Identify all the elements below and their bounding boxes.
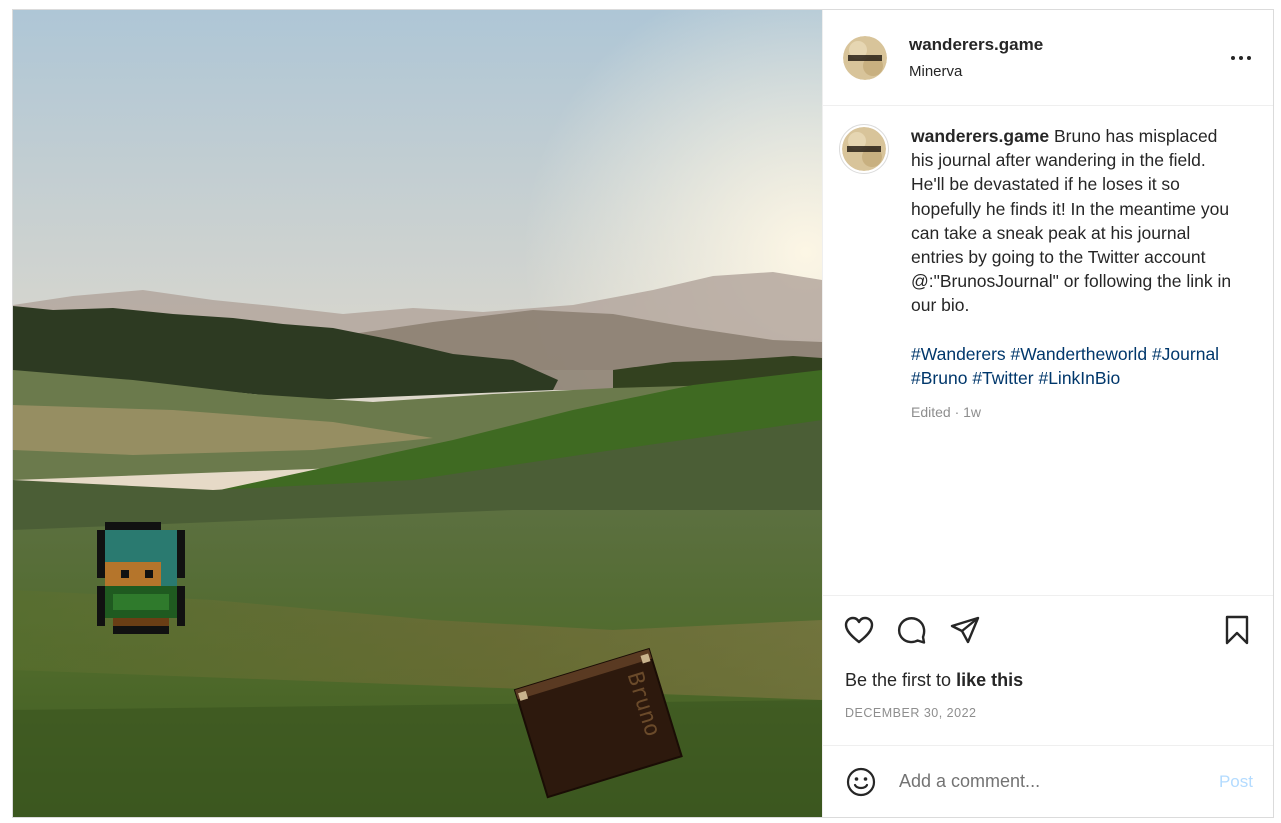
pixel-character-bruno — [97, 522, 185, 634]
avatar[interactable] — [843, 35, 887, 80]
post-date[interactable]: DECEMBER 30, 2022 — [845, 706, 976, 720]
post-image[interactable]: Bruno — [13, 10, 822, 817]
likes-prefix: Be the first to — [845, 670, 957, 690]
comment-bar: Post — [823, 745, 1273, 817]
heart-icon[interactable] — [843, 614, 875, 646]
location[interactable]: Minerva — [909, 63, 1043, 80]
like-this-link[interactable]: like this — [956, 670, 1023, 690]
hashtag-link[interactable]: #Twitter — [972, 368, 1033, 388]
hashtags: #Wanderers #Wandertheworld #Journal #Bru… — [911, 342, 1241, 390]
caption-avatar[interactable] — [839, 124, 889, 174]
caption-section: wanderers.game Bruno has misplaced his j… — [823, 106, 1273, 595]
post-comment-button[interactable]: Post — [1219, 772, 1253, 792]
comment-icon[interactable] — [896, 614, 928, 646]
username[interactable]: wanderers.game — [909, 35, 1043, 55]
more-options-icon[interactable] — [1225, 44, 1257, 72]
hashtag-link[interactable]: #Wanderers — [911, 344, 1006, 364]
emoji-icon[interactable] — [845, 766, 877, 798]
likes-text: Be the first to like this — [845, 670, 1023, 691]
hashtag-link[interactable]: #Journal — [1152, 344, 1219, 364]
comment-input[interactable] — [899, 771, 1219, 792]
instagram-post: Bruno wanderers.game Minerva wanderers.g… — [12, 9, 1274, 818]
actions-section: Be the first to like this DECEMBER 30, 2… — [823, 595, 1273, 745]
share-icon[interactable] — [949, 614, 981, 646]
post-side-panel: wanderers.game Minerva wanderers.game Br… — [822, 10, 1273, 817]
caption: wanderers.game Bruno has misplaced his j… — [911, 124, 1241, 595]
caption-text: Bruno has misplaced his journal after wa… — [911, 126, 1236, 316]
hashtag-link[interactable]: #Wandertheworld — [1011, 344, 1148, 364]
post-header: wanderers.game Minerva — [823, 10, 1273, 106]
hashtag-link[interactable]: #LinkInBio — [1038, 368, 1120, 388]
caption-username[interactable]: wanderers.game — [911, 126, 1049, 146]
bookmark-icon[interactable] — [1221, 614, 1253, 646]
edited-timestamp: Edited · 1w — [911, 404, 982, 421]
hashtag-link[interactable]: #Bruno — [911, 368, 967, 388]
